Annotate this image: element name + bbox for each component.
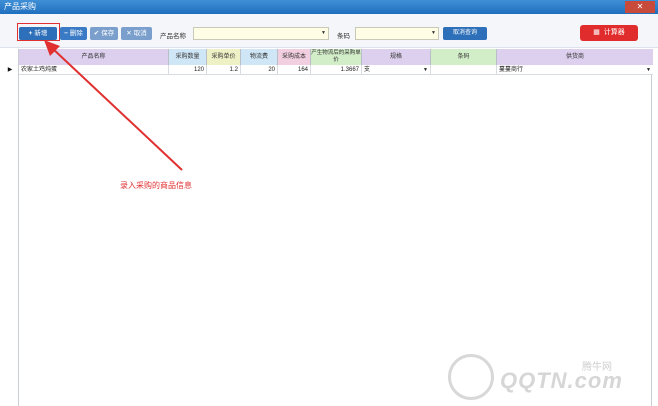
cell-product-name[interactable]: 农家土鸡炖蛋 [19, 65, 169, 75]
minus-icon: − [64, 30, 68, 37]
cell-barcode[interactable] [431, 65, 497, 75]
cancel-button-label: 取消 [133, 30, 147, 37]
cell-unit-price[interactable]: 1.2 [207, 65, 241, 75]
cancel-button[interactable]: ✕ 取消 [121, 27, 152, 40]
watermark: QQTN.com 腾牛网 [448, 354, 648, 402]
close-button[interactable]: ✕ [625, 1, 655, 13]
calculator-button-label: 计算器 [603, 29, 625, 36]
chevron-down-icon[interactable]: ▼ [321, 28, 326, 39]
cell-spec[interactable]: 支 ▼ [362, 65, 431, 75]
calculator-button[interactable]: ▦ 计算器 [580, 25, 638, 41]
window-title: 产品采购 [4, 2, 36, 11]
col-header-spec[interactable]: 规格 [362, 49, 431, 65]
col-header-supplier[interactable]: 供货商 [497, 49, 653, 65]
col-header-product-name[interactable]: 产品名称 [19, 49, 169, 65]
add-button-highlight [17, 23, 60, 41]
col-header-barcode[interactable]: 条码 [431, 49, 497, 65]
cell-supplier-value: 蔓蔓商行 [499, 67, 524, 73]
watermark-small-text: 腾牛网 [582, 362, 612, 373]
cell-quantity[interactable]: 120 [169, 65, 207, 75]
cancel-query-button[interactable]: 取消查询 [443, 27, 487, 40]
table-row[interactable]: 农家土鸡炖蛋 120 1.2 20 164 1.3667 支 ▼ 蔓蔓商行 ▼ [19, 65, 653, 75]
cell-logistics-fee[interactable]: 20 [241, 65, 278, 75]
col-header-logistics-fee[interactable]: 物流费 [241, 49, 278, 65]
calculator-icon: ▦ [593, 29, 600, 36]
x-icon: ✕ [126, 30, 132, 37]
annotation-text: 录入采购的商品信息 [120, 181, 192, 190]
cell-supplier[interactable]: 蔓蔓商行 ▼ [497, 65, 653, 75]
barcode-label: 条码 [337, 33, 350, 40]
product-name-label: 产品名称 [160, 33, 186, 40]
watermark-logo-icon [448, 354, 494, 400]
col-header-unit-price[interactable]: 采购单价 [207, 49, 241, 65]
check-icon: ✔ [93, 30, 100, 37]
chevron-down-icon[interactable]: ▼ [423, 65, 428, 75]
product-name-combo[interactable]: ▼ [193, 27, 329, 40]
current-row-indicator: ▶ [7, 67, 13, 73]
delete-button-label: 删除 [69, 30, 83, 37]
purchase-grid: 产品名称 采购数量 采购单价 物流费 采购成本 产生物流后的采购单价 规格 条码… [8, 49, 653, 406]
barcode-combo[interactable]: ▼ [355, 27, 439, 40]
window-titlebar: 产品采购 ✕ [0, 0, 658, 14]
cell-spec-value: 支 [364, 67, 371, 73]
save-button[interactable]: ✔ 保存 [90, 27, 118, 40]
delete-button[interactable]: − 删除 [60, 27, 87, 40]
chevron-down-icon[interactable]: ▼ [646, 65, 651, 75]
col-header-cost[interactable]: 采购成本 [278, 49, 311, 65]
col-header-quantity[interactable]: 采购数量 [169, 49, 207, 65]
cell-cost[interactable]: 164 [278, 65, 311, 75]
save-button-label: 保存 [101, 30, 115, 37]
cell-unit-price-after-logistics[interactable]: 1.3667 [311, 65, 362, 75]
col-header-unit-price-after-logistics[interactable]: 产生物流后的采购单价 [311, 49, 362, 65]
toolbar: + 新增 − 删除 ✔ 保存 ✕ 取消 产品名称 ▼ 条码 ▼ 取消查询 ▦ 计算器 [0, 14, 658, 48]
grid-header: 产品名称 采购数量 采购单价 物流费 采购成本 产生物流后的采购单价 规格 条码… [19, 49, 653, 65]
chevron-down-icon[interactable]: ▼ [431, 28, 436, 39]
